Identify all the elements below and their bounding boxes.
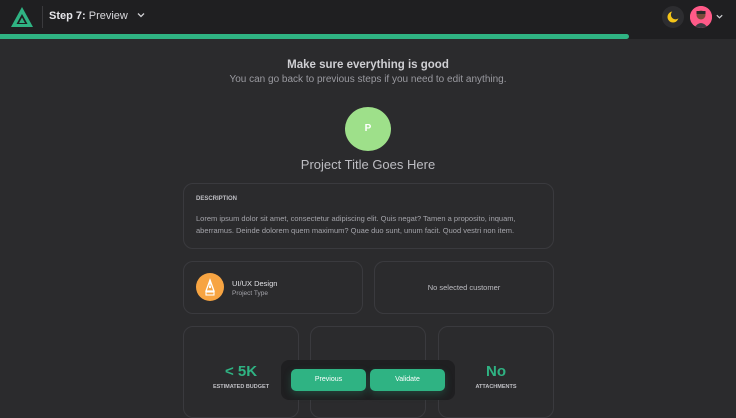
attachments-value: No <box>486 363 506 380</box>
attachments-label: ATTACHMENTS <box>475 384 517 390</box>
project-type-name: UI/UX Design <box>232 279 278 288</box>
step-number: Step 7: <box>49 10 86 22</box>
description-text: Lorem ipsum dolor sit amet, consectetur … <box>196 214 516 235</box>
description-card: DESCRIPTION Lorem ipsum dolor sit amet, … <box>183 183 554 249</box>
validate-button[interactable]: Validate <box>370 369 445 391</box>
header-divider <box>42 6 43 28</box>
moon-icon <box>667 10 681 23</box>
project-title: Project Title Goes Here <box>300 157 436 172</box>
pen-tool-icon <box>205 278 215 296</box>
progress-bar <box>0 34 736 39</box>
top-bar: Step 7: Preview <box>0 0 736 34</box>
customer-card: No selected customer <box>374 261 554 314</box>
project-avatar: P <box>345 107 391 151</box>
wizard-actions: Previous Validate <box>281 360 455 400</box>
progress-fill <box>0 34 630 39</box>
logo-icon[interactable] <box>10 6 34 28</box>
step-name: Preview <box>88 10 128 22</box>
previous-button[interactable]: Previous <box>291 369 366 391</box>
project-type-icon-badge <box>196 273 224 301</box>
description-label: DESCRIPTION <box>196 196 238 202</box>
chevron-down-icon[interactable] <box>136 10 146 20</box>
customer-text: No selected customer <box>427 283 501 292</box>
project-type-label: Project Type <box>232 290 269 297</box>
page-subtitle: You can go back to previous steps if you… <box>229 74 507 85</box>
step-selector[interactable]: Step 7: Preview <box>49 10 128 22</box>
page-title: Make sure everything is good <box>287 59 449 71</box>
user-avatar-icon <box>690 6 712 28</box>
project-type-card: UI/UX Design Project Type <box>183 261 363 314</box>
theme-toggle-button[interactable] <box>662 6 684 28</box>
avatar[interactable] <box>690 6 712 28</box>
chevron-down-icon[interactable] <box>715 12 724 21</box>
attachments-stat-card: No ATTACHMENTS <box>438 326 554 418</box>
